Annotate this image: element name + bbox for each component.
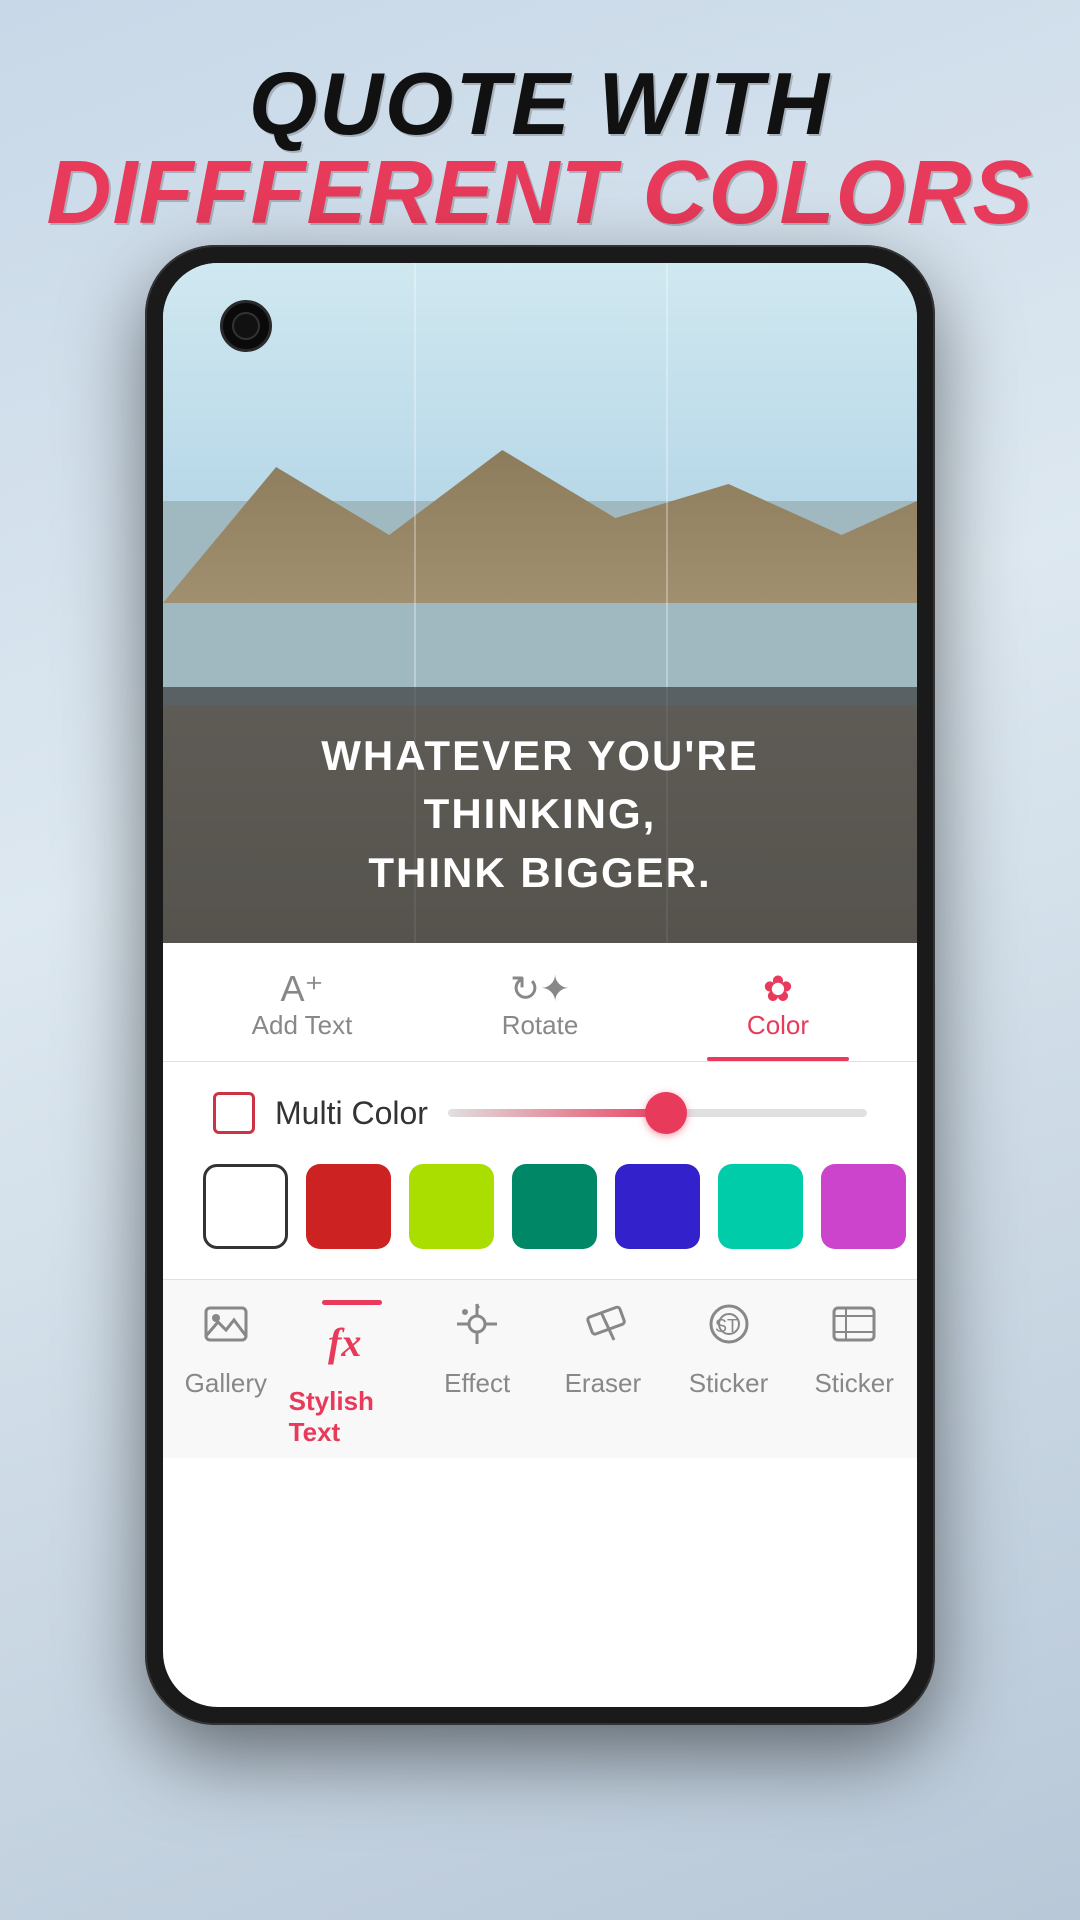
swatch-lime[interactable]: [409, 1164, 494, 1249]
effect-icon: [453, 1300, 501, 1360]
gallery-icon: [202, 1300, 250, 1360]
multi-color-label: Multi Color: [275, 1095, 428, 1132]
phone-screen: WHATEVER YOU'RE THINKING, THINK BIGGER. …: [163, 263, 917, 1707]
nav-item-gallery[interactable]: Gallery: [163, 1300, 289, 1448]
active-indicator: [322, 1300, 382, 1305]
svg-text:fx: fx: [328, 1320, 361, 1365]
header-section: QUOTE WITH DIFFFERENT COLORS: [0, 0, 1080, 268]
swatch-red[interactable]: [306, 1164, 391, 1249]
controls-panel: A⁺ Add Text ↻✦ Rotate ✿ Color Multi: [163, 943, 917, 1279]
stylish-text-icon: fx: [326, 1318, 378, 1378]
camera-lens: [232, 312, 260, 340]
color-icon: ✿: [763, 968, 793, 1009]
color-slider-thumb[interactable]: [645, 1092, 687, 1134]
header-line1: QUOTE WITH: [40, 60, 1040, 148]
swatch-teal[interactable]: [512, 1164, 597, 1249]
nav-item-stylish-text[interactable]: fx Stylish Text: [289, 1300, 415, 1448]
camera-hole: [220, 300, 272, 352]
eraser-icon: [579, 1300, 627, 1360]
header-line2: DIFFFERENT COLORS: [40, 148, 1040, 238]
quote-text: WHATEVER YOU'RE THINKING, THINK BIGGER.: [213, 727, 867, 903]
multi-color-section: Multi Color: [163, 1062, 917, 1154]
stylish-text-label: Stylish Text: [289, 1386, 415, 1448]
color-swatches: [163, 1154, 917, 1279]
sky-background: [163, 263, 917, 501]
sticker2-icon: [830, 1300, 878, 1360]
bottom-nav: Gallery fx Stylish Text: [163, 1279, 917, 1458]
nav-item-effect[interactable]: Effect: [414, 1300, 540, 1448]
tab-rotate[interactable]: ↻✦ Rotate: [421, 943, 659, 1061]
swatch-white[interactable]: [203, 1164, 288, 1249]
phone-mockup: WHATEVER YOU'RE THINKING, THINK BIGGER. …: [145, 245, 935, 1725]
swatch-indigo[interactable]: [615, 1164, 700, 1249]
nav-item-sticker[interactable]: ST Sticker: [666, 1300, 792, 1448]
tab-bar: A⁺ Add Text ↻✦ Rotate ✿ Color: [163, 943, 917, 1062]
tab-add-text[interactable]: A⁺ Add Text: [183, 943, 421, 1061]
nav-item-eraser[interactable]: Eraser: [540, 1300, 666, 1448]
multi-color-checkbox[interactable]: [213, 1092, 255, 1134]
gallery-label: Gallery: [185, 1368, 267, 1399]
color-slider-track[interactable]: [448, 1109, 867, 1117]
add-text-icon: A⁺: [280, 968, 323, 1009]
swatch-magenta[interactable]: [821, 1164, 906, 1249]
photo-area: WHATEVER YOU'RE THINKING, THINK BIGGER.: [163, 263, 917, 943]
phone-body: WHATEVER YOU'RE THINKING, THINK BIGGER. …: [145, 245, 935, 1725]
eraser-label: Eraser: [565, 1368, 642, 1399]
swatch-cyan[interactable]: [718, 1164, 803, 1249]
sticker2-label: Sticker: [814, 1368, 893, 1399]
effect-label: Effect: [444, 1368, 510, 1399]
sticker-label: Sticker: [689, 1368, 768, 1399]
rotate-icon: ↻✦: [510, 968, 570, 1009]
quote-overlay: WHATEVER YOU'RE THINKING, THINK BIGGER.: [163, 687, 917, 943]
nav-item-sticker2[interactable]: Sticker: [791, 1300, 917, 1448]
tab-color[interactable]: ✿ Color: [659, 943, 897, 1061]
sticker-icon: ST: [705, 1300, 753, 1360]
